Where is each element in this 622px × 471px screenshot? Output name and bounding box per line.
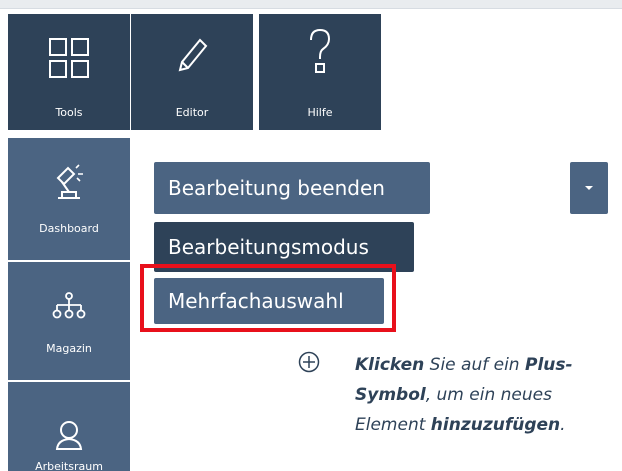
help-button[interactable]: Hilfe (259, 14, 381, 130)
top-strip (0, 0, 622, 8)
user-icon (8, 420, 130, 450)
sidebar-item-dashboard[interactable]: Dashboard (8, 138, 130, 260)
dropdown-toggle-button[interactable] (570, 162, 608, 214)
hint-text: . (560, 415, 566, 435)
end-editing-button[interactable]: Bearbeitung beenden (154, 162, 430, 214)
sidebar-item-label: Magazin (46, 342, 92, 355)
question-icon (259, 28, 381, 74)
sidebar-item-label: Tools (55, 106, 83, 119)
caret-down-icon (585, 186, 593, 190)
editor-button[interactable]: Editor (131, 14, 253, 130)
pencil-icon (131, 36, 253, 76)
sidebar-item-label: Arbeitsraum (35, 460, 103, 471)
grid-icon (8, 38, 130, 78)
sitemap-icon (8, 292, 130, 322)
plus-circle-icon (298, 351, 320, 373)
sidebar-item-arbeitsraum[interactable]: Arbeitsraum (8, 382, 130, 471)
hint-emphasis: Klicken (355, 355, 425, 375)
sidebar-item-magazin[interactable]: Magazin (8, 262, 130, 380)
sidebar-item-tools[interactable]: Tools (8, 14, 130, 130)
add-element-hint: Klicken Sie auf ein Plus-Symbol, um ein … (355, 350, 615, 440)
top-divider (0, 8, 622, 9)
highlight-box (140, 264, 396, 332)
lamp-icon (8, 164, 130, 200)
editor-label: Editor (175, 106, 209, 119)
help-label: Hilfe (307, 106, 333, 119)
sidebar-item-label: Dashboard (39, 222, 99, 235)
hint-emphasis: hinzuzufügen (430, 415, 561, 435)
hint-text: Sie auf ein (424, 355, 525, 375)
